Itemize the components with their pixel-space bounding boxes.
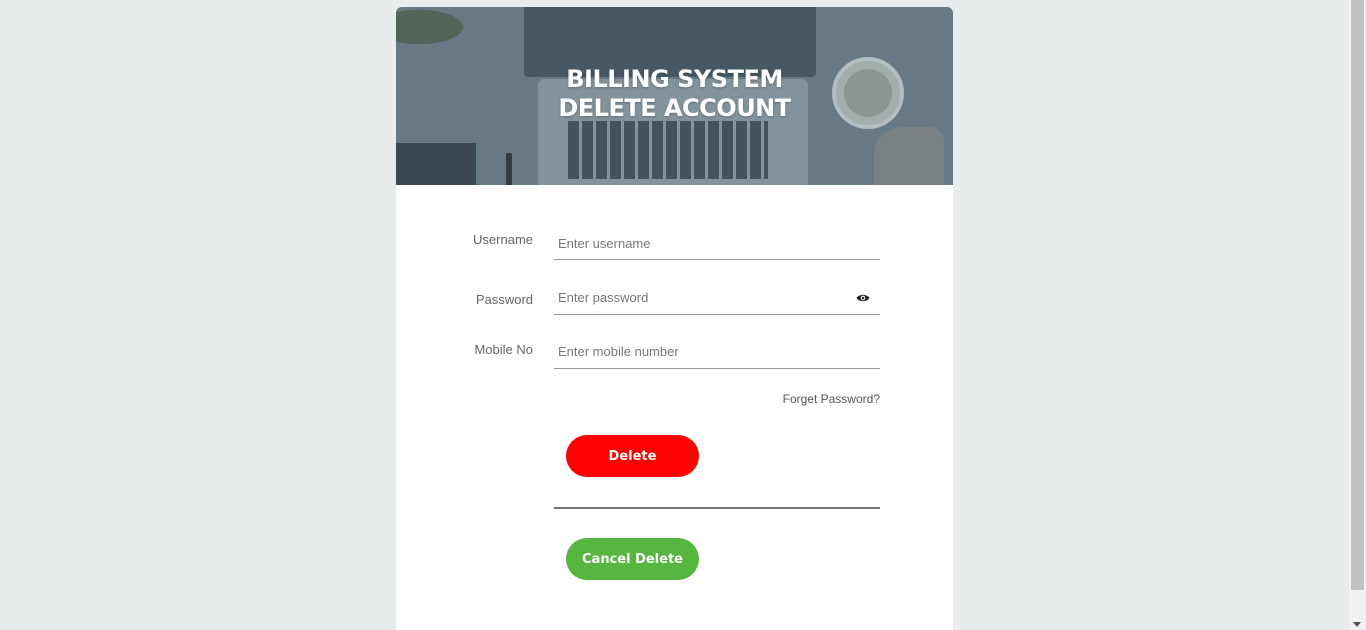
delete-account-card: BILLING SYSTEM DELETE ACCOUNT Username P…	[396, 7, 953, 630]
page: BILLING SYSTEM DELETE ACCOUNT Username P…	[0, 0, 1366, 630]
scroll-down-arrow-icon[interactable]	[1353, 622, 1361, 627]
cancel-delete-button[interactable]: Cancel Delete	[566, 538, 699, 580]
form-divider	[554, 507, 880, 509]
scrollbar-thumb[interactable]	[1351, 0, 1364, 590]
password-input[interactable]	[554, 281, 880, 315]
eye-icon[interactable]	[856, 293, 870, 303]
mobile-number-input[interactable]	[554, 335, 880, 369]
password-label: Password	[475, 292, 533, 307]
mobile-label: Mobile No	[474, 342, 533, 357]
title-line-1: BILLING SYSTEM	[566, 65, 783, 93]
page-title: BILLING SYSTEM DELETE ACCOUNT	[396, 65, 953, 123]
username-input[interactable]	[554, 227, 880, 260]
username-label: Username	[473, 232, 533, 247]
delete-button[interactable]: Delete	[566, 435, 699, 477]
header-banner: BILLING SYSTEM DELETE ACCOUNT	[396, 7, 953, 185]
title-line-2: DELETE ACCOUNT	[558, 94, 791, 122]
forgot-password-link[interactable]: Forget Password?	[554, 392, 880, 406]
